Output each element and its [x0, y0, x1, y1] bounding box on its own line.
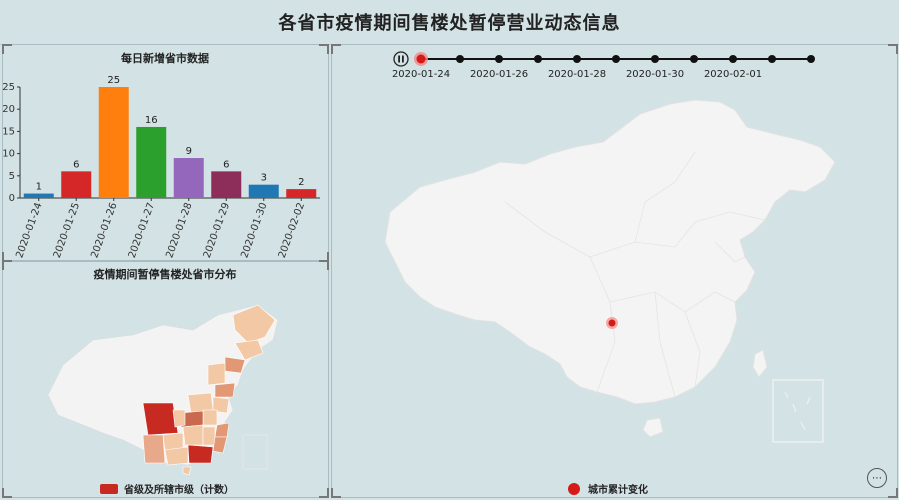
- bar[interactable]: [23, 193, 54, 198]
- province-shandong[interactable]: [214, 382, 236, 398]
- main-map-legend[interactable]: 城市累计变化: [568, 481, 648, 496]
- y-tick-label: 20: [2, 104, 15, 115]
- timeline-label[interactable]: 2020-02-01: [704, 69, 762, 80]
- province-fujian[interactable]: [212, 436, 228, 454]
- timeline-point[interactable]: [612, 55, 620, 63]
- inset-dash: [784, 391, 811, 431]
- province-liaoning[interactable]: [224, 356, 246, 374]
- y-tick-label: 0: [9, 193, 15, 204]
- bar-value-label: 1: [36, 182, 42, 193]
- x-tick-label: 2020-01-28: [164, 201, 194, 259]
- x-tick-label: 2020-01-30: [239, 201, 269, 259]
- province-taiwan[interactable]: [752, 349, 768, 378]
- small-map-title: 疫情期间暂停售楼处省市分布: [93, 268, 237, 281]
- timeline-label[interactable]: 2020-01-28: [548, 69, 606, 80]
- small-map-legend[interactable]: 省级及所辖市级（计数）: [100, 481, 234, 496]
- bar[interactable]: [136, 126, 167, 198]
- corner-marker: [888, 488, 898, 498]
- legend-dot: [568, 482, 580, 495]
- main-china-map: [384, 99, 836, 443]
- x-tick-label: 2020-01-26: [89, 201, 119, 259]
- province-hainan[interactable]: [642, 417, 664, 438]
- map-land: [384, 99, 836, 405]
- y-tick-label: 25: [2, 82, 15, 93]
- legend-label: 城市累计变化: [588, 485, 648, 496]
- timeline-label[interactable]: 2020-01-30: [626, 69, 684, 80]
- x-tick-label: 2020-01-25: [52, 201, 82, 259]
- small-china-map: [47, 304, 279, 475]
- province-hunan[interactable]: [182, 424, 204, 446]
- pause-button[interactable]: [393, 51, 409, 67]
- bar-value-label: 25: [107, 75, 120, 86]
- south-china-sea-inset: [242, 434, 268, 470]
- timeline-point[interactable]: [456, 55, 464, 63]
- y-tick-label: 5: [9, 171, 15, 182]
- province-guangxi[interactable]: [164, 446, 189, 466]
- south-china-sea-inset: [772, 379, 824, 443]
- y-tick-label: 15: [2, 126, 15, 137]
- province-yunnan[interactable]: [142, 434, 166, 464]
- bar-value-label: 3: [261, 173, 267, 184]
- timeline-point[interactable]: [768, 55, 776, 63]
- province-anhui[interactable]: [202, 409, 218, 426]
- timeline-point[interactable]: [534, 55, 542, 63]
- province-hebei[interactable]: [207, 362, 226, 386]
- bar[interactable]: [173, 158, 204, 198]
- pause-icon: [402, 55, 404, 63]
- bar-value-label: 9: [186, 146, 192, 157]
- bar-value-label: 16: [145, 115, 158, 126]
- province-zhejiang[interactable]: [214, 422, 230, 438]
- y-tick-label: 10: [2, 149, 15, 160]
- bar[interactable]: [211, 171, 242, 198]
- city-marker[interactable]: [608, 319, 616, 327]
- more-options-button[interactable]: ⋯: [867, 468, 887, 488]
- legend-label: 省级及所辖市级（计数）: [124, 485, 234, 496]
- province-hainan[interactable]: [182, 466, 192, 475]
- bar[interactable]: [286, 189, 317, 198]
- timeline: 2020-01-24 2020-01-26 2020-01-28 2020-01-30…: [392, 51, 815, 80]
- timeline-point[interactable]: [807, 55, 815, 63]
- province-guangdong[interactable]: [187, 444, 214, 464]
- x-tick-label: 2020-01-24: [14, 201, 44, 259]
- timeline-point[interactable]: [495, 55, 503, 63]
- bar-value-label: 6: [73, 159, 79, 170]
- province-guizhou[interactable]: [162, 432, 184, 451]
- bar-chart: 0 5 10 15 20 25 1 2020-01-24 6 2020-01-25 25 2020-0…: [2, 75, 320, 260]
- legend-swatch: [100, 483, 118, 494]
- bar-value-label: 2: [298, 177, 304, 188]
- province-jiangxi[interactable]: [202, 426, 216, 446]
- header: 各省市疫情期间售楼处暂停营业动态信息: [0, 0, 899, 45]
- corner-marker: [2, 488, 12, 498]
- pause-icon: [398, 55, 400, 63]
- timeline-label[interactable]: 2020-01-26: [470, 69, 528, 80]
- x-tick-label: 2020-01-29: [202, 201, 232, 259]
- timeline-point[interactable]: [651, 55, 659, 63]
- timeline-point[interactable]: [690, 55, 698, 63]
- timeline-point[interactable]: [729, 55, 737, 63]
- x-tick-label: 2020-02-02: [277, 201, 307, 259]
- corner-marker: [319, 488, 329, 498]
- province-chongqing[interactable]: [172, 409, 186, 428]
- bar[interactable]: [248, 184, 279, 198]
- timeline-current-point[interactable]: [416, 54, 426, 64]
- bar-value-label: 6: [223, 159, 229, 170]
- timeline-point[interactable]: [573, 55, 581, 63]
- page-title: 各省市疫情期间售楼处暂停营业动态信息: [278, 13, 621, 34]
- timeline-label[interactable]: 2020-01-24: [392, 69, 450, 80]
- corner-marker: [331, 488, 341, 498]
- bar[interactable]: [98, 87, 129, 198]
- bar[interactable]: [61, 171, 92, 198]
- province-sichuan[interactable]: [142, 402, 179, 436]
- x-tick-label: 2020-01-27: [127, 201, 157, 259]
